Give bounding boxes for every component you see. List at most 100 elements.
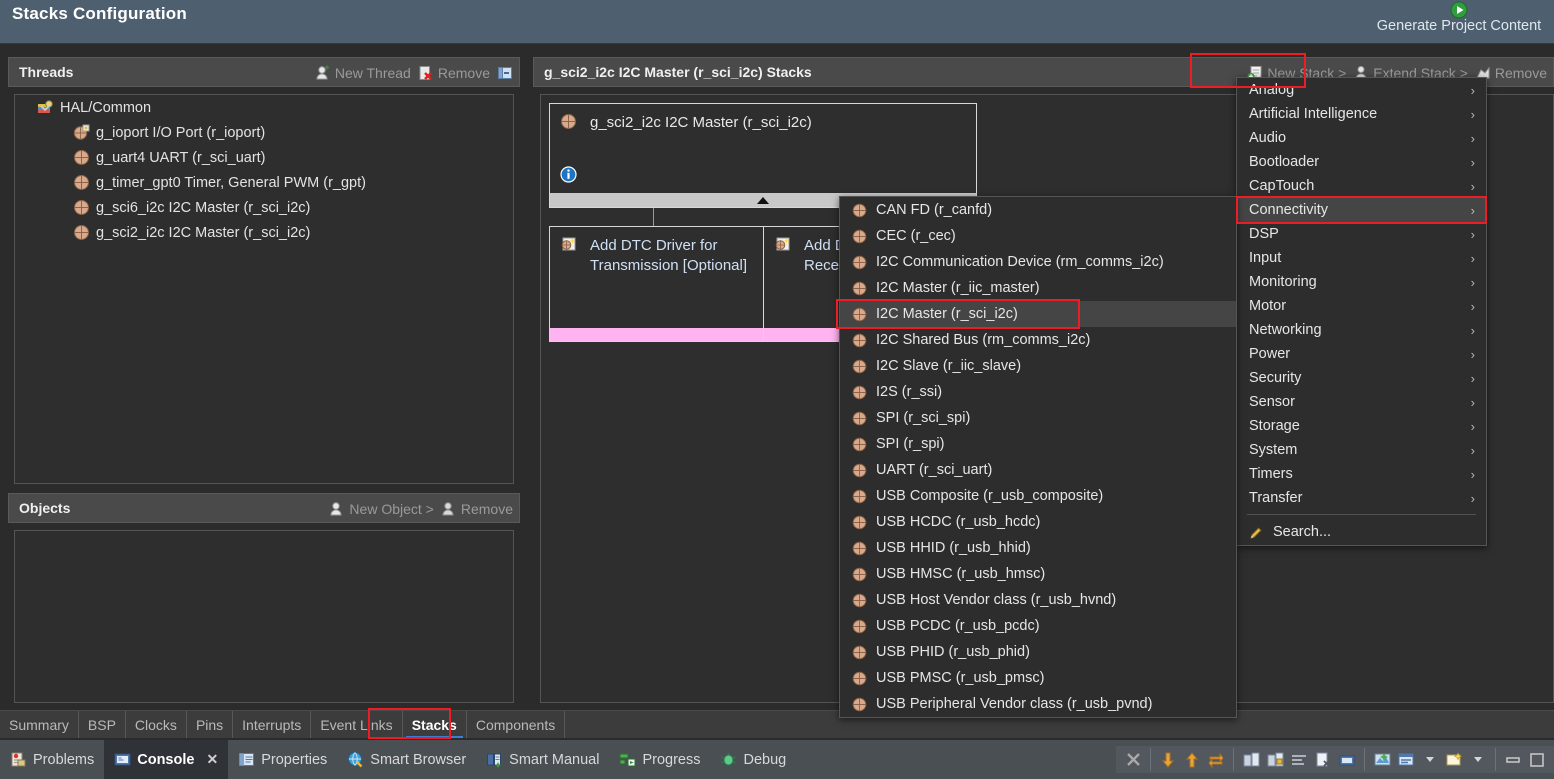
tab-event-links[interactable]: Event Links: [311, 711, 403, 738]
new-console-icon[interactable]: [1443, 749, 1465, 771]
lock-scroll-icon[interactable]: [1264, 749, 1286, 771]
new-thread-button[interactable]: New Thread: [315, 65, 411, 81]
module-icon: [852, 489, 867, 503]
submenu-item-usb-peripheral-vendor-class-r-usb-pvnd-[interactable]: USB Peripheral Vendor class (r_usb_pvnd): [840, 691, 1236, 717]
menu-item-captouch[interactable]: CapTouch ›: [1237, 174, 1486, 198]
menu-item-motor[interactable]: Motor ›: [1237, 294, 1486, 318]
view-toolbar[interactable]: [1116, 746, 1554, 773]
tab-stacks[interactable]: Stacks: [403, 711, 467, 738]
connectivity-submenu[interactable]: CAN FD (r_canfd) CEC (r_cec) I2C Communica…: [839, 196, 1237, 718]
submenu-item-can-fd-r-canfd-[interactable]: CAN FD (r_canfd): [840, 197, 1236, 223]
submenu-item-usb-hcdc-r-usb-hcdc-[interactable]: USB HCDC (r_usb_hcdc): [840, 509, 1236, 535]
maximize-icon[interactable]: [1526, 749, 1548, 771]
submenu-item-cec-r-cec-[interactable]: CEC (r_cec): [840, 223, 1236, 249]
submenu-item-spi-r-sci-spi-[interactable]: SPI (r_sci_spi): [840, 405, 1236, 431]
submenu-item-i2s-r-ssi-[interactable]: I2S (r_ssi): [840, 379, 1236, 405]
new-object-button[interactable]: New Object >: [329, 501, 434, 517]
stack-block-dtc-transmission[interactable]: Add DTC Driver for Transmission [Optiona…: [549, 226, 764, 342]
collapse-threads-button[interactable]: [497, 65, 513, 81]
tree-item-g-sci2-i2c[interactable]: g_sci2_i2c I2C Master (r_sci_i2c): [15, 220, 513, 245]
tree-item-g-uart4[interactable]: g_uart4 UART (r_sci_uart): [15, 145, 513, 170]
tab-interrupts[interactable]: Interrupts: [233, 711, 312, 738]
tree-item-g-sci6-i2c[interactable]: g_sci6_i2c I2C Master (r_sci_i2c): [15, 195, 513, 220]
submenu-item-i2c-slave-r-iic-slave-[interactable]: I2C Slave (r_iic_slave): [840, 353, 1236, 379]
info-icon[interactable]: [560, 166, 577, 183]
submenu-item-label: CEC (r_cec): [876, 228, 956, 244]
menu-item-system[interactable]: System ›: [1237, 438, 1486, 462]
tree-item-g-ioport[interactable]: g_ioport I/O Port (r_ioport): [15, 120, 513, 145]
chevron-down-icon[interactable]: [39, 102, 51, 114]
menu-item-search[interactable]: Search...: [1237, 519, 1486, 545]
menu-item-networking[interactable]: Networking ›: [1237, 318, 1486, 342]
menu-item-storage[interactable]: Storage ›: [1237, 414, 1486, 438]
submenu-item-spi-r-spi-[interactable]: SPI (r_spi): [840, 431, 1236, 457]
menu-item-audio[interactable]: Audio ›: [1237, 126, 1486, 150]
submenu-item-uart-r-sci-uart-[interactable]: UART (r_sci_uart): [840, 457, 1236, 483]
menu-item-timers[interactable]: Timers ›: [1237, 462, 1486, 486]
submenu-item-i2c-shared-bus-rm-comms-i2c-[interactable]: I2C Shared Bus (rm_comms_i2c): [840, 327, 1236, 353]
menu-item-input[interactable]: Input ›: [1237, 246, 1486, 270]
view-tab-smart-browser[interactable]: Smart Browser: [337, 740, 476, 779]
show-console-icon[interactable]: [1336, 749, 1358, 771]
tab-components[interactable]: Components: [467, 711, 566, 738]
tree-item-g-timer-gpt0[interactable]: g_timer_gpt0 Timer, General PWM (r_gpt): [15, 170, 513, 195]
menu-item-connectivity[interactable]: Connectivity ›: [1237, 198, 1486, 222]
submenu-item-usb-hhid-r-usb-hhid-[interactable]: USB HHID (r_usb_hhid): [840, 535, 1236, 561]
objects-list[interactable]: [14, 530, 514, 703]
menu-item-analog[interactable]: Analog ›: [1237, 78, 1486, 102]
submenu-item-usb-phid-r-usb-phid-[interactable]: USB PHID (r_usb_phid): [840, 639, 1236, 665]
view-tab-smart-manual[interactable]: Smart Manual: [476, 740, 609, 779]
threads-tree[interactable]: HAL/Common g_ioport I/O Port (r_ioport) g_…: [14, 94, 514, 484]
scroll-up-icon[interactable]: [1181, 749, 1203, 771]
menu-item-security[interactable]: Security ›: [1237, 366, 1486, 390]
display-console-icon[interactable]: [1395, 749, 1417, 771]
connector-line-left: [653, 208, 654, 226]
submenu-item-i2c-master-r-iic-master-[interactable]: I2C Master (r_iic_master): [840, 275, 1236, 301]
stack-block-main[interactable]: g_sci2_i2c I2C Master (r_sci_i2c): [549, 103, 977, 208]
view-tab-debug[interactable]: Debug: [710, 740, 796, 779]
submenu-item-usb-pmsc-r-usb-pmsc-[interactable]: USB PMSC (r_usb_pmsc): [840, 665, 1236, 691]
view-tab-label: Smart Manual: [509, 751, 600, 768]
word-wrap-icon[interactable]: [1288, 749, 1310, 771]
chevron-down-icon[interactable]: [1467, 749, 1489, 771]
clear-log-icon[interactable]: [1312, 749, 1334, 771]
menu-item-bootloader[interactable]: Bootloader ›: [1237, 150, 1486, 174]
tab-pins[interactable]: Pins: [187, 711, 234, 738]
tab-label: BSP: [87, 716, 116, 733]
menu-item-power[interactable]: Power ›: [1237, 342, 1486, 366]
view-tab-properties[interactable]: Properties: [228, 740, 337, 779]
menu-item-sensor[interactable]: Sensor ›: [1237, 390, 1486, 414]
new-stack-category-menu[interactable]: Analog › Artificial Intelligence › Audio › Boo…: [1236, 77, 1487, 546]
submenu-item-usb-composite-r-usb-composite-[interactable]: USB Composite (r_usb_composite): [840, 483, 1236, 509]
view-tab-bar[interactable]: Problems Console ✕ Properties Smart Browser S…: [0, 740, 1554, 779]
tab-summary[interactable]: Summary: [0, 711, 79, 738]
menu-item-artificial-intelligence[interactable]: Artificial Intelligence ›: [1237, 102, 1486, 126]
submenu-item-usb-host-vendor-class-r-usb-hvnd-[interactable]: USB Host Vendor class (r_usb_hvnd): [840, 587, 1236, 613]
submenu-item-label: USB PHID (r_usb_phid): [876, 644, 1030, 660]
generate-project-content-button[interactable]: Generate Project Content: [1364, 0, 1554, 44]
submenu-item-usb-pcdc-r-usb-pcdc-[interactable]: USB PCDC (r_usb_pcdc): [840, 613, 1236, 639]
menu-item-monitoring[interactable]: Monitoring ›: [1237, 270, 1486, 294]
open-console-icon[interactable]: [1371, 749, 1393, 771]
minimize-icon[interactable]: [1502, 749, 1524, 771]
close-icon[interactable]: ✕: [206, 751, 218, 768]
submenu-item-i2c-communication-device-rm-comms-i2c-[interactable]: I2C Communication Device (rm_comms_i2c): [840, 249, 1236, 275]
tab-bsp[interactable]: BSP: [79, 711, 126, 738]
view-tab-console[interactable]: Console ✕: [104, 740, 229, 779]
remove-thread-button[interactable]: Remove: [418, 65, 490, 81]
view-tab-problems[interactable]: Problems: [0, 740, 104, 779]
configuration-tab-bar[interactable]: Summary BSP Clocks Pins Interrupts Event Link…: [0, 710, 1554, 738]
tree-item-hal-common[interactable]: HAL/Common: [15, 95, 513, 120]
remove-object-button[interactable]: Remove: [441, 501, 513, 517]
submenu-item-usb-hmsc-r-usb-hmsc-[interactable]: USB HMSC (r_usb_hmsc): [840, 561, 1236, 587]
tab-clocks[interactable]: Clocks: [126, 711, 187, 738]
menu-item-dsp[interactable]: DSP ›: [1237, 222, 1486, 246]
chevron-down-icon[interactable]: [1419, 749, 1441, 771]
clear-console-icon[interactable]: [1240, 749, 1262, 771]
swap-arrows-icon[interactable]: [1205, 749, 1227, 771]
scroll-down-icon[interactable]: [1157, 749, 1179, 771]
terminate-x-icon[interactable]: [1122, 749, 1144, 771]
submenu-item-i2c-master-r-sci-i2c-[interactable]: I2C Master (r_sci_i2c): [840, 301, 1236, 327]
menu-item-transfer[interactable]: Transfer ›: [1237, 486, 1486, 510]
view-tab-progress[interactable]: Progress: [609, 740, 710, 779]
